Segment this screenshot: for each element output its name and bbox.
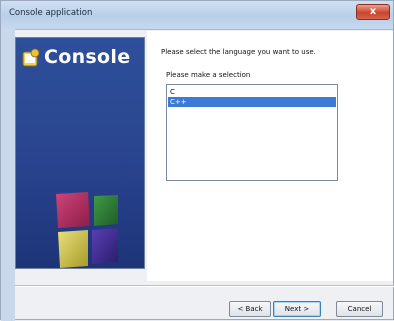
cube-green — [94, 195, 118, 226]
next-button[interactable]: Next > — [273, 301, 321, 317]
cube-pink — [56, 192, 90, 228]
list-item-c[interactable]: C — [168, 87, 336, 97]
selection-label: Please make a selection — [166, 71, 251, 79]
wizard-window: Console application x Console Please sel… — [0, 0, 394, 321]
close-button[interactable]: x — [356, 4, 390, 20]
button-separator — [15, 285, 394, 287]
cube-purple — [92, 228, 118, 264]
instruction-text: Please select the language you want to u… — [161, 48, 316, 56]
close-icon: x — [369, 6, 377, 17]
cubes-graphic — [56, 192, 118, 268]
window-title: Console application — [9, 8, 93, 18]
wizard-banner: Console — [15, 37, 145, 269]
console-app-icon — [22, 48, 40, 67]
back-button[interactable]: < Back — [229, 301, 271, 317]
cancel-button[interactable]: Cancel — [336, 301, 383, 317]
language-listbox[interactable]: C C++ — [166, 84, 338, 181]
window-frame-left — [1, 29, 15, 321]
cube-yellow — [58, 230, 88, 268]
banner-title: Console — [44, 46, 131, 68]
list-item-cpp[interactable]: C++ — [168, 97, 336, 107]
title-bar[interactable]: Console application x — [1, 1, 393, 30]
